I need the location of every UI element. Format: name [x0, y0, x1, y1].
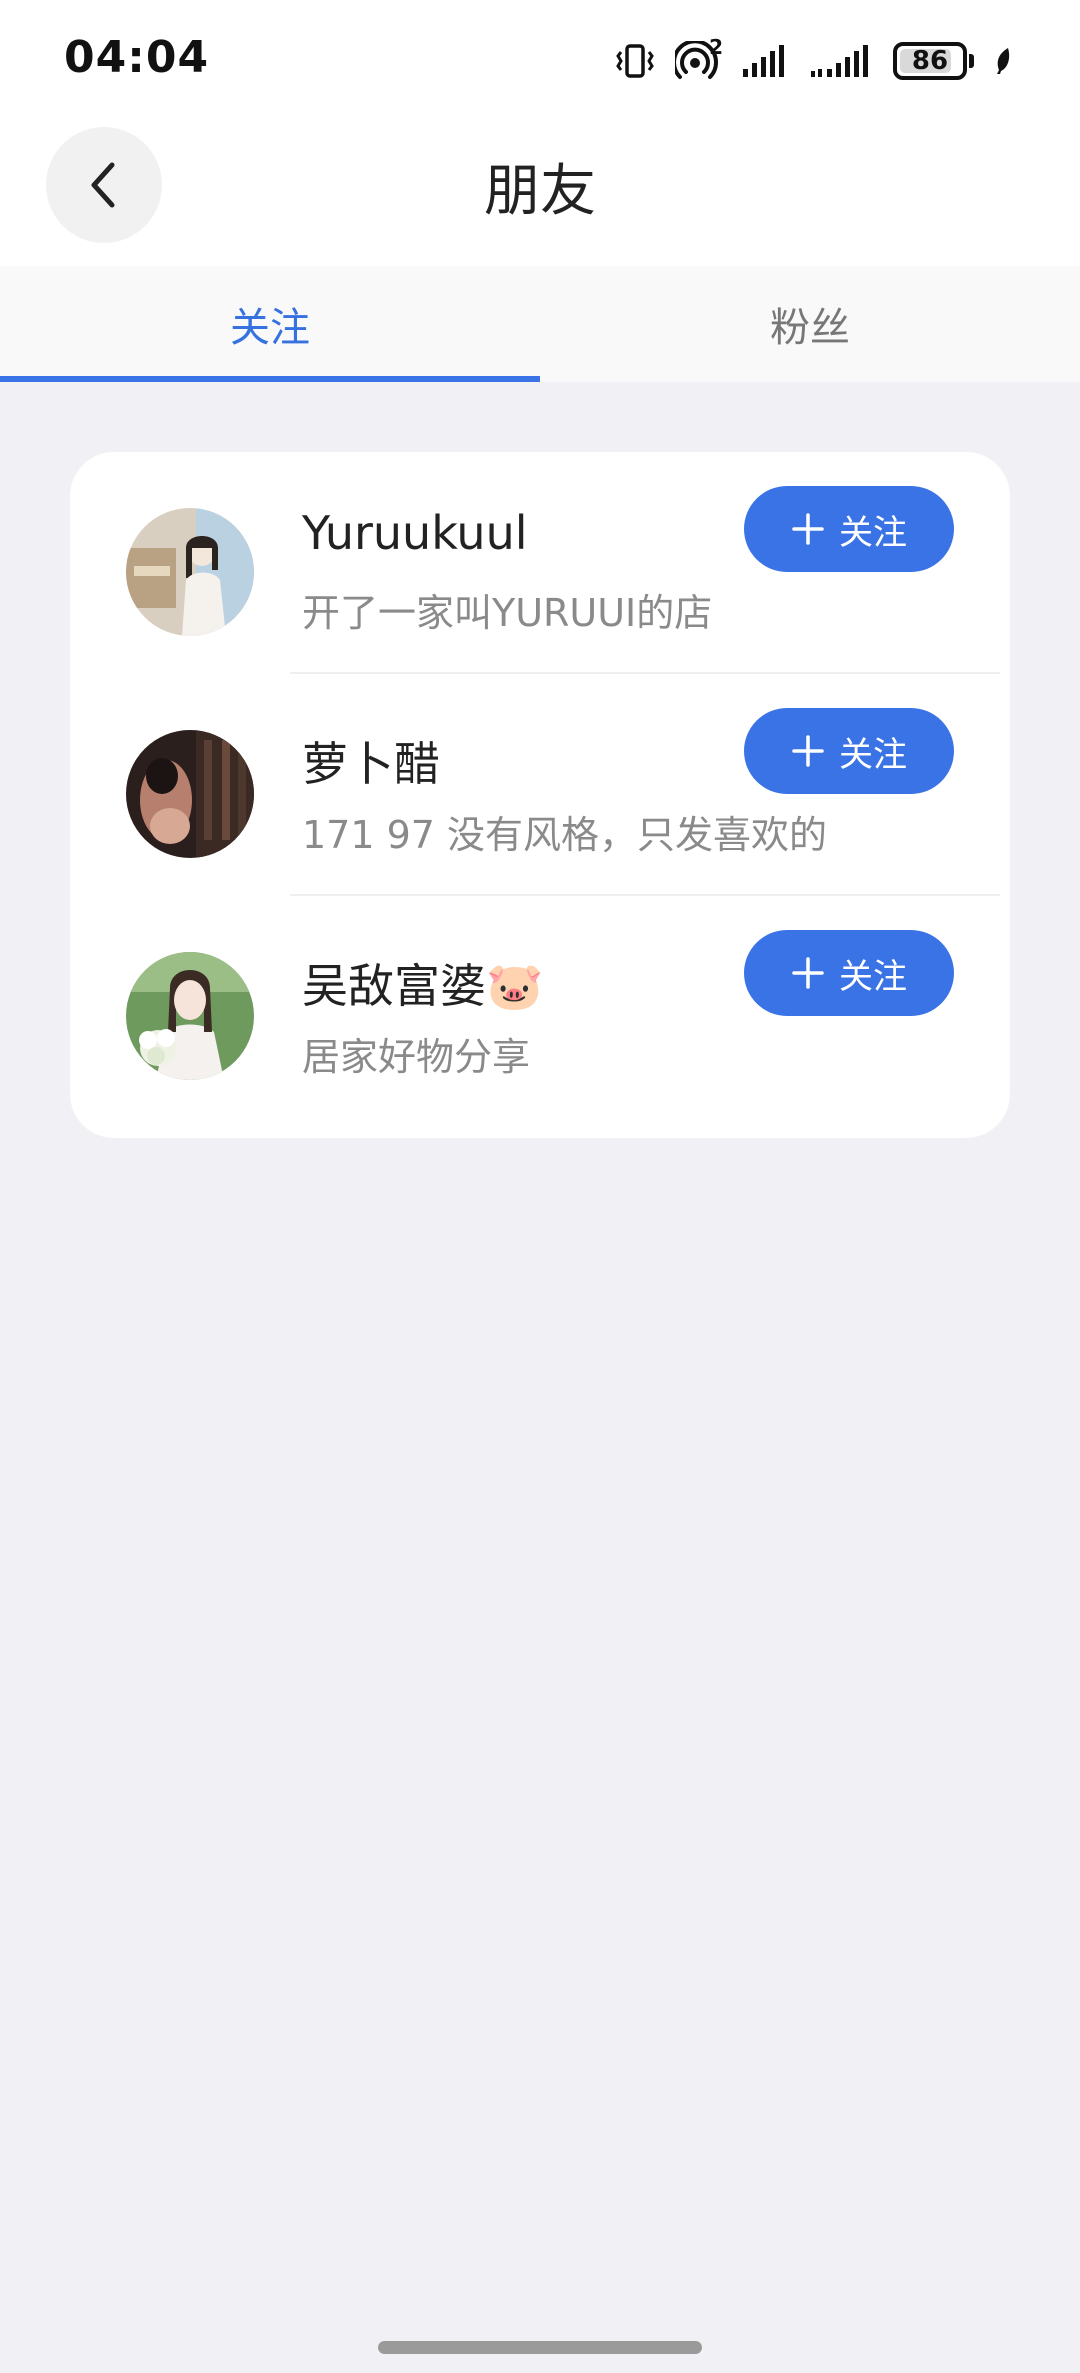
- following-list: Yuruukuul 开了一家叫YURUUI的店 关注 萝卜醋 171 97 没有…: [70, 452, 1010, 1138]
- follow-button[interactable]: 关注: [744, 930, 954, 1016]
- avatar[interactable]: [126, 730, 254, 858]
- follow-button[interactable]: 关注: [744, 486, 954, 572]
- follow-button-label: 关注: [839, 512, 907, 553]
- header: 朋友: [0, 120, 1080, 266]
- battery-level: 86: [911, 46, 949, 76]
- signal-icon: [809, 43, 873, 79]
- page-title: 朋友: [484, 159, 596, 224]
- status-bar: 04:04 2 86: [0, 0, 1080, 120]
- follow-button[interactable]: 关注: [744, 708, 954, 794]
- list-item[interactable]: 吴敌富婆🐷 居家好物分享 关注: [70, 896, 1010, 1118]
- avatar[interactable]: [126, 952, 254, 1080]
- status-time: 04:04: [64, 32, 210, 83]
- user-description: 居家好物分享: [302, 1035, 531, 1079]
- plus-icon: [792, 513, 824, 545]
- status-icons: 2 86: [615, 35, 1012, 86]
- hotspot-icon: 2: [675, 35, 723, 81]
- user-description: 171 97 没有风格，只发喜欢的: [302, 813, 828, 857]
- hotspot-count: 2: [709, 35, 723, 59]
- follow-button-label: 关注: [839, 734, 907, 775]
- vibrate-icon: [615, 43, 655, 79]
- battery-icon: 86: [893, 42, 974, 80]
- tab-bar: 关注 粉丝: [0, 266, 1080, 382]
- leaf-icon: [994, 46, 1012, 76]
- tab-following[interactable]: 关注: [0, 266, 540, 382]
- follow-button-label: 关注: [839, 956, 907, 997]
- tab-following-label: 关注: [230, 305, 310, 351]
- list-item[interactable]: Yuruukuul 开了一家叫YURUUI的店 关注: [70, 452, 1010, 674]
- tab-fans[interactable]: 粉丝: [540, 266, 1080, 382]
- plus-icon: [792, 735, 824, 767]
- home-indicator[interactable]: [378, 2341, 702, 2354]
- tab-active-indicator: [0, 376, 540, 382]
- user-description: 开了一家叫YURUUI的店: [302, 591, 713, 635]
- user-name: 吴敌富婆🐷: [302, 959, 544, 1013]
- plus-icon: [792, 957, 824, 989]
- avatar[interactable]: [126, 508, 254, 636]
- tab-fans-label: 粉丝: [770, 305, 850, 351]
- user-name: 萝卜醋: [302, 737, 440, 791]
- user-name: Yuruukuul: [302, 506, 528, 560]
- signal-icon: [741, 43, 789, 79]
- list-item[interactable]: 萝卜醋 171 97 没有风格，只发喜欢的 关注: [70, 674, 1010, 896]
